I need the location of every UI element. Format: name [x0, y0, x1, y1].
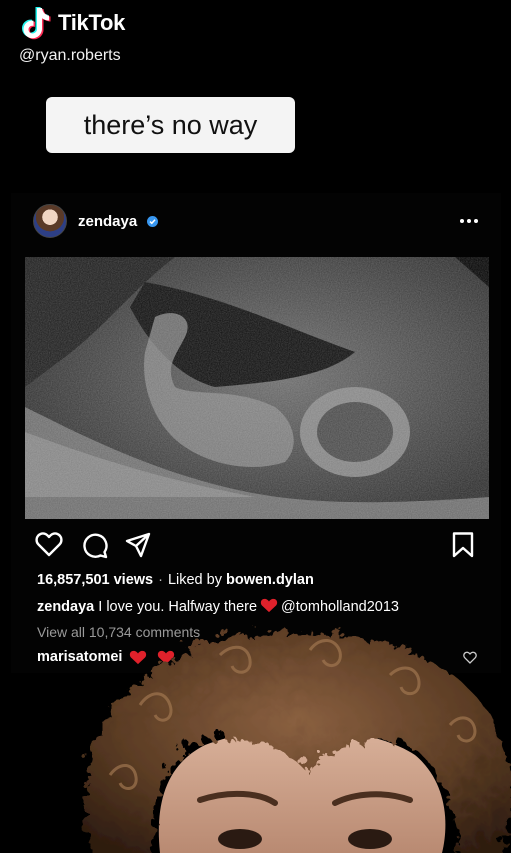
post-username[interactable]: zendaya: [78, 213, 137, 230]
bookmark-icon[interactable]: [451, 531, 475, 559]
more-options-icon[interactable]: [460, 211, 484, 231]
caption-text: I love you. Halfway there: [98, 599, 258, 615]
verified-badge-icon: [147, 216, 158, 227]
post-header: zendaya: [11, 193, 501, 251]
post-caption: zendaya I love you. Halfway there @tomhol…: [37, 598, 399, 615]
overlay-caption-text: there’s no way: [83, 109, 258, 140]
view-count: 16,857,501 views: [37, 572, 154, 588]
post-actions: [35, 531, 480, 559]
liked-by-label: Liked by: [167, 572, 222, 588]
comment-icon[interactable]: [81, 531, 109, 559]
tiktok-brand-text: TikTok: [58, 10, 126, 35]
red-heart-emoji-icon: [260, 598, 278, 613]
creator-handle: @ryan.roberts: [19, 47, 121, 64]
instagram-post: zendaya 16,857,501 views · Liked by bowe…: [11, 193, 501, 673]
liked-by-user[interactable]: bowen.dylan: [226, 572, 314, 588]
person-reaction-overlay: [70, 615, 511, 853]
heart-icon[interactable]: [35, 531, 63, 557]
share-icon[interactable]: [124, 531, 152, 559]
caption-mention[interactable]: @tomholland2013: [281, 599, 399, 615]
caption-username[interactable]: zendaya: [37, 599, 94, 615]
post-stats: 16,857,501 views · Liked by bowen.dylan: [37, 572, 314, 588]
overlay-caption: there’s no way: [46, 97, 295, 153]
separator: ·: [158, 572, 163, 588]
tiktok-watermark: TikTok: [22, 6, 125, 40]
avatar[interactable]: [33, 204, 67, 238]
tiktok-logo-icon: [22, 7, 51, 40]
ultrasound-photo: [25, 257, 489, 519]
